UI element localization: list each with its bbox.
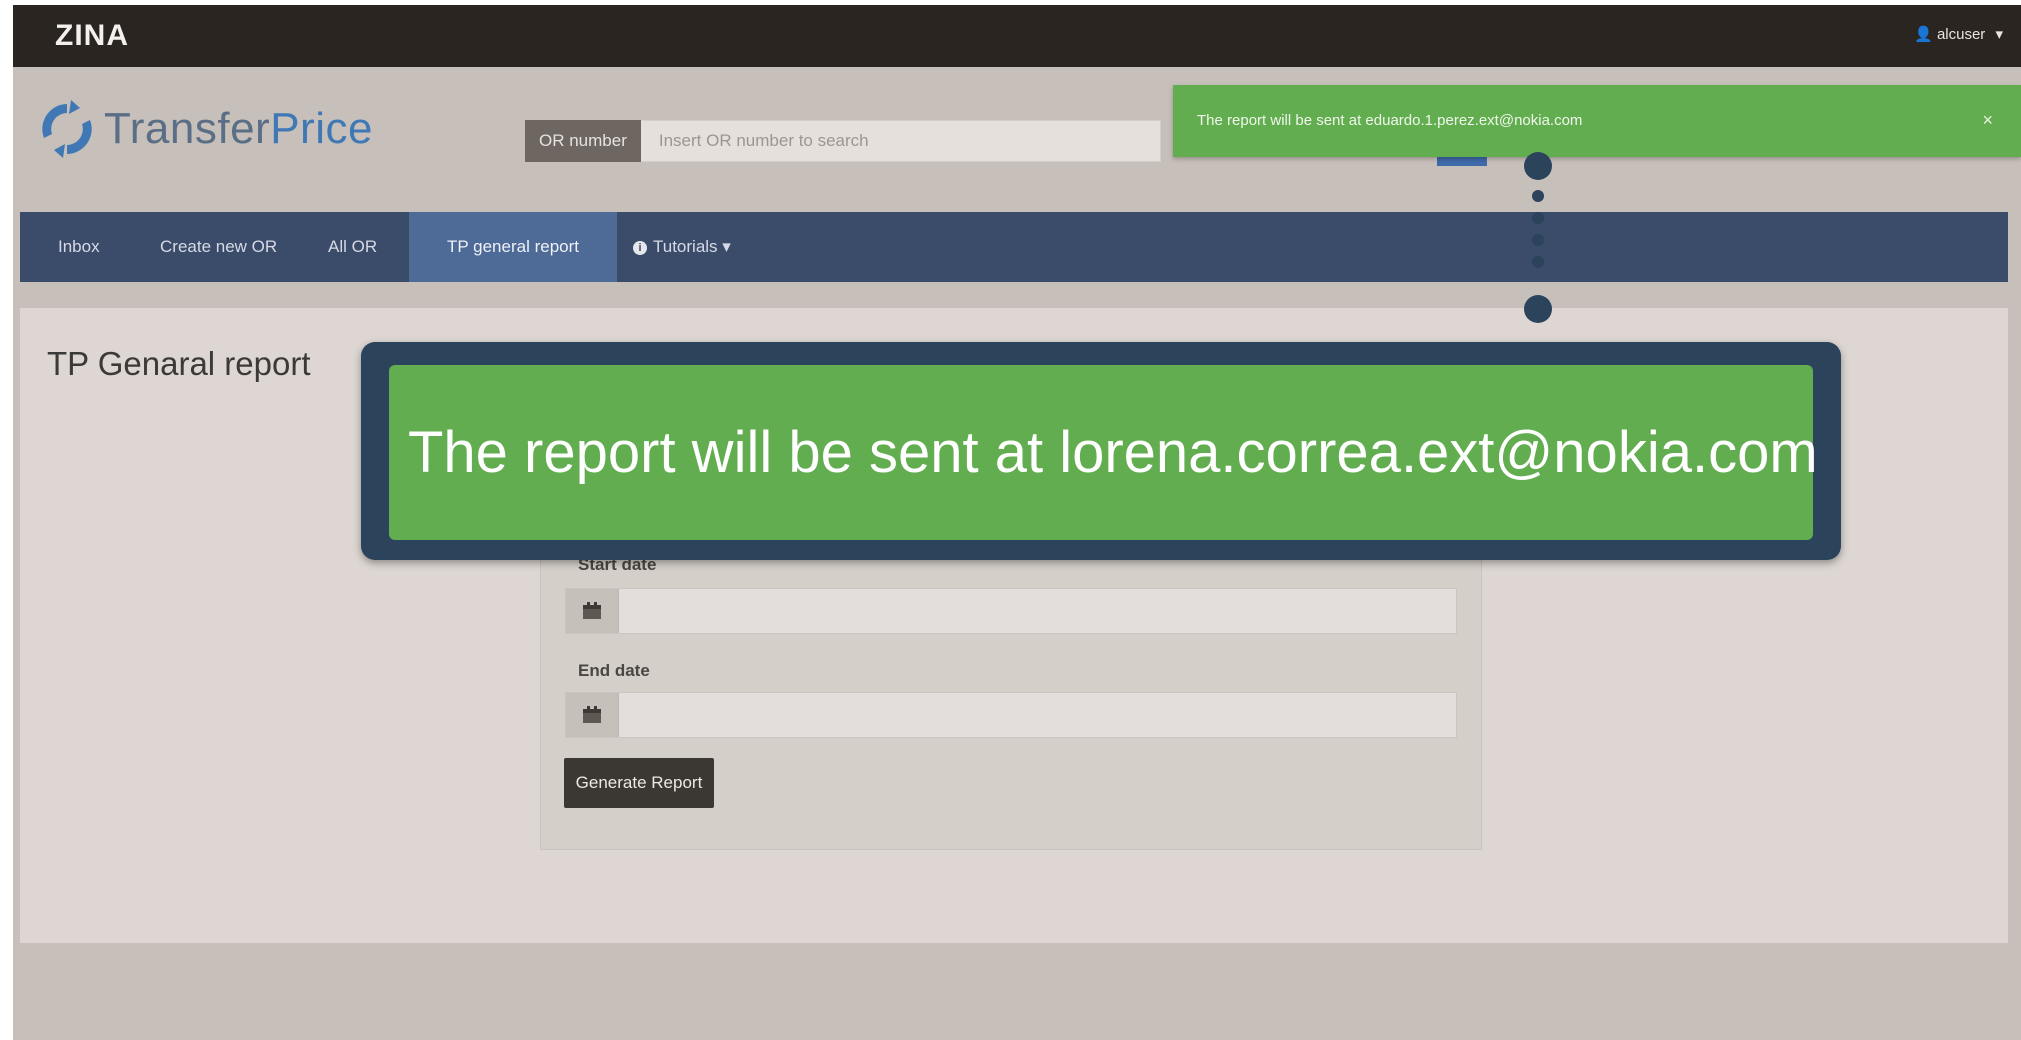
or-search: OR number Insert OR number to search: [525, 120, 1161, 162]
logo-text: TransferPrice: [104, 104, 373, 153]
start-date-field[interactable]: [565, 588, 1457, 634]
callout-message: The report will be sent at lorena.correa…: [408, 420, 1818, 485]
refresh-arrows-icon: [42, 100, 92, 158]
user-icon: 👤: [1914, 26, 1933, 43]
nav-create-new-or[interactable]: Create new OR: [150, 212, 287, 282]
page-title: TP Genaral report: [47, 345, 311, 382]
nav-all-or[interactable]: All OR: [318, 212, 387, 282]
generate-report-button[interactable]: Generate Report: [564, 758, 714, 808]
main-nav: Inbox Create new OR All OR TP general re…: [20, 212, 2008, 282]
success-toast: The report will be sent at eduardo.1.per…: [1173, 85, 2021, 157]
calendar-icon[interactable]: [566, 589, 619, 633]
chevron-down-icon: ▾: [1995, 26, 2003, 43]
end-date-input[interactable]: [619, 693, 1456, 737]
brand-logo[interactable]: ZINA: [55, 19, 129, 53]
top-bar: ZINA 👤 alcuser ▾: [13, 5, 2021, 67]
start-date-input[interactable]: [619, 589, 1456, 633]
nav-tutorials[interactable]: i Tutorials ▾: [623, 212, 741, 282]
connector-dot: [1532, 212, 1544, 224]
end-date-label: End date: [578, 661, 650, 680]
toast-message: The report will be sent at eduardo.1.per…: [1197, 112, 1583, 129]
chevron-down-icon: ▾: [722, 237, 731, 256]
connector-dot: [1524, 295, 1552, 323]
search-label: OR number: [525, 120, 641, 162]
end-date-field[interactable]: [565, 692, 1457, 738]
user-menu[interactable]: 👤 alcuser ▾: [1914, 25, 2003, 43]
transferprice-logo[interactable]: TransferPrice: [36, 98, 373, 160]
connector-dot: [1532, 234, 1544, 246]
search-input[interactable]: Insert OR number to search: [640, 120, 1161, 162]
connector-dot: [1532, 256, 1544, 268]
close-icon[interactable]: ×: [1982, 110, 1993, 131]
connector-dot: [1524, 152, 1552, 180]
info-circle-icon: i: [633, 240, 647, 255]
user-name: alcuser: [1936, 26, 1986, 43]
nav-inbox[interactable]: Inbox: [48, 212, 110, 282]
connector-dot: [1532, 190, 1544, 202]
calendar-icon[interactable]: [566, 693, 619, 737]
nav-tp-general-report[interactable]: TP general report: [409, 212, 617, 282]
nav-tutorials-label: Tutorials: [653, 237, 718, 256]
